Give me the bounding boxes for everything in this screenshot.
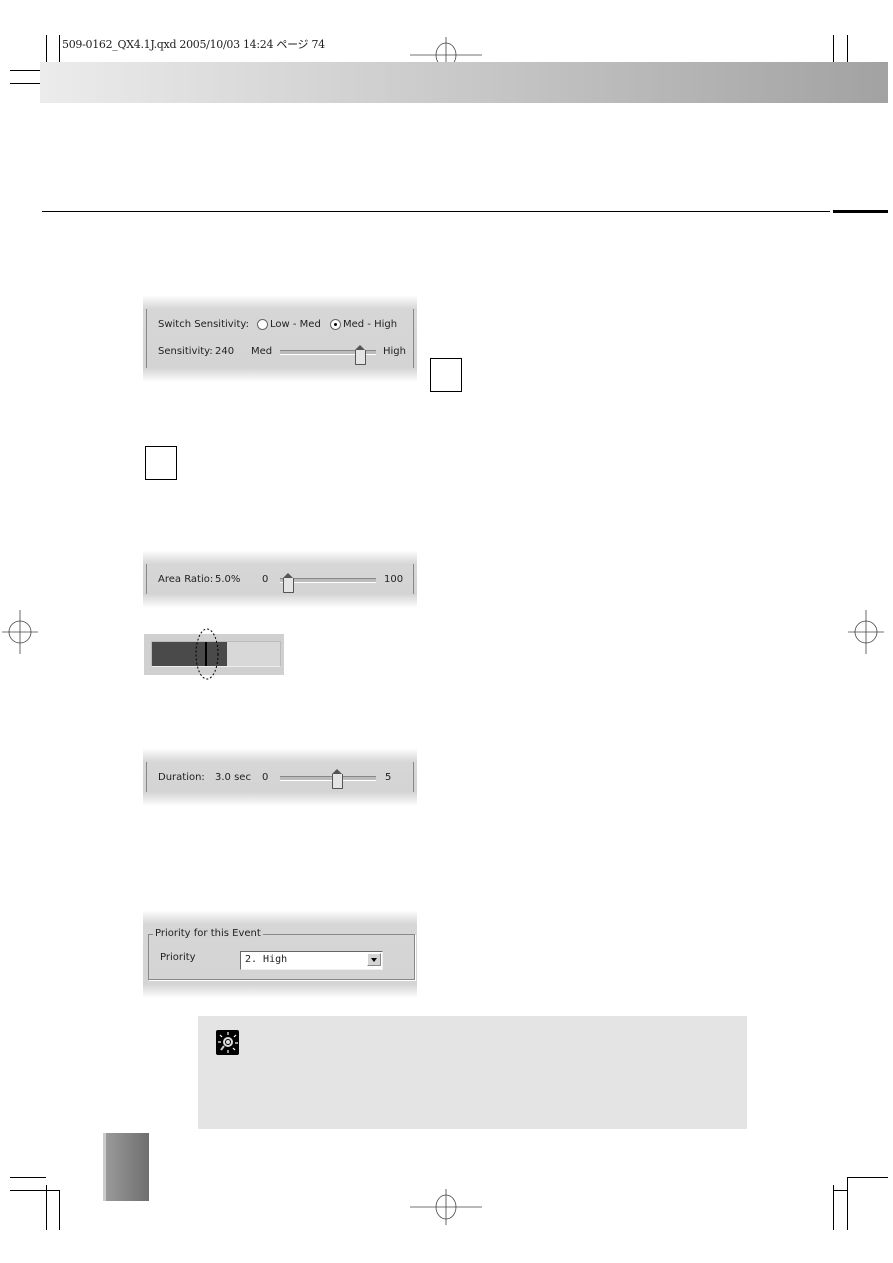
radio-low-med-label: Low - Med xyxy=(270,319,321,330)
crop-mark xyxy=(59,1190,60,1230)
area-ratio-slider-thumb[interactable] xyxy=(283,573,294,593)
duration-slider-track[interactable] xyxy=(280,776,376,781)
registration-mark-icon xyxy=(848,610,884,654)
header-bar xyxy=(40,62,888,103)
priority-panel: Priority for this Event Priority 2. High xyxy=(143,910,417,998)
sensitivity-label: Sensitivity: xyxy=(158,346,213,357)
header-rule xyxy=(42,211,830,212)
sensitivity-panel: Switch Sensitivity: Low - Med Med - High… xyxy=(143,295,417,382)
step-number-box xyxy=(145,446,177,480)
duration-panel: Duration: 3.0 sec 0 5 xyxy=(143,748,417,806)
duration-label: Duration: xyxy=(158,772,205,783)
chapter-side-tab xyxy=(103,1133,149,1201)
crop-mark xyxy=(847,1177,888,1178)
highlight-ellipse-icon xyxy=(195,628,219,680)
slider-max-label: 100 xyxy=(384,574,404,585)
crop-mark xyxy=(10,1190,59,1191)
registration-mark-icon xyxy=(410,1189,482,1225)
area-ratio-panel: Area Ratio: 5.0% 0 100 xyxy=(143,550,417,608)
sensitivity-value: 240 xyxy=(215,346,235,357)
priority-selected-value: 2. High xyxy=(245,954,288,965)
radio-med-high[interactable] xyxy=(330,319,341,330)
chevron-down-icon xyxy=(371,958,377,962)
crop-mark xyxy=(833,1185,834,1230)
crop-mark xyxy=(833,1190,847,1191)
lightbulb-icon xyxy=(216,1030,239,1055)
priority-label: Priority xyxy=(160,952,196,963)
slider-min-label: 0 xyxy=(262,574,269,585)
crop-mark xyxy=(46,1185,47,1230)
slider-max-label: 5 xyxy=(385,772,392,783)
slider-min-label: Med xyxy=(251,346,273,357)
crop-mark xyxy=(10,1177,46,1178)
duration-slider-thumb[interactable] xyxy=(332,769,343,789)
area-ratio-slider-track[interactable] xyxy=(280,578,376,583)
crop-mark xyxy=(847,1177,848,1230)
print-slug: 509-0162_QX4.1J.qxd 2005/10/03 14:24 ページ… xyxy=(62,38,325,51)
radio-med-high-label: Med - High xyxy=(343,319,398,330)
sensitivity-slider-thumb[interactable] xyxy=(355,345,366,365)
switch-sensitivity-label: Switch Sensitivity: xyxy=(158,319,249,330)
area-ratio-value: 5.0% xyxy=(215,574,241,585)
header-rule-tab xyxy=(833,210,888,213)
dropdown-arrow-button[interactable] xyxy=(367,953,381,966)
registration-mark-icon xyxy=(2,610,38,654)
area-ratio-label: Area Ratio: xyxy=(158,574,214,585)
slider-min-label: 0 xyxy=(262,772,269,783)
tip-box xyxy=(198,1016,747,1129)
manual-page: 509-0162_QX4.1J.qxd 2005/10/03 14:24 ページ… xyxy=(0,0,893,1263)
slider-max-label: High xyxy=(383,346,406,357)
priority-select[interactable]: 2. High xyxy=(240,951,383,970)
radio-low-med[interactable] xyxy=(257,319,268,330)
priority-group-title: Priority for this Event xyxy=(153,928,263,939)
duration-value: 3.0 sec xyxy=(215,772,251,783)
step-number-box xyxy=(430,358,462,392)
